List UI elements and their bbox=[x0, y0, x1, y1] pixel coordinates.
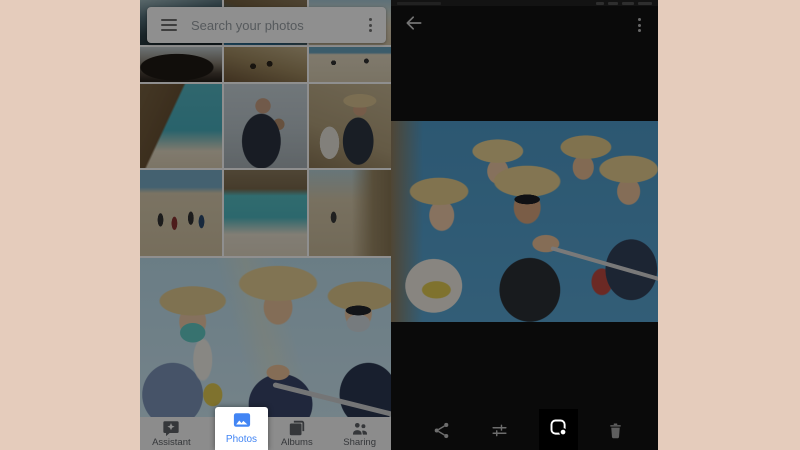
photos-icon bbox=[233, 412, 251, 433]
dim-overlay bbox=[140, 0, 391, 450]
photos-app-screen: Search your photos Assistant Photos bbox=[140, 0, 391, 450]
photo-viewer-screen bbox=[391, 0, 658, 450]
lens-button[interactable] bbox=[539, 409, 578, 450]
lens-icon bbox=[548, 417, 569, 443]
nav-item-photos-highlighted[interactable]: Photos bbox=[215, 407, 268, 450]
nav-label-active: Photos bbox=[225, 434, 258, 445]
dim-overlay bbox=[391, 0, 658, 450]
tutorial-screenshot: Search your photos Assistant Photos bbox=[0, 0, 800, 450]
